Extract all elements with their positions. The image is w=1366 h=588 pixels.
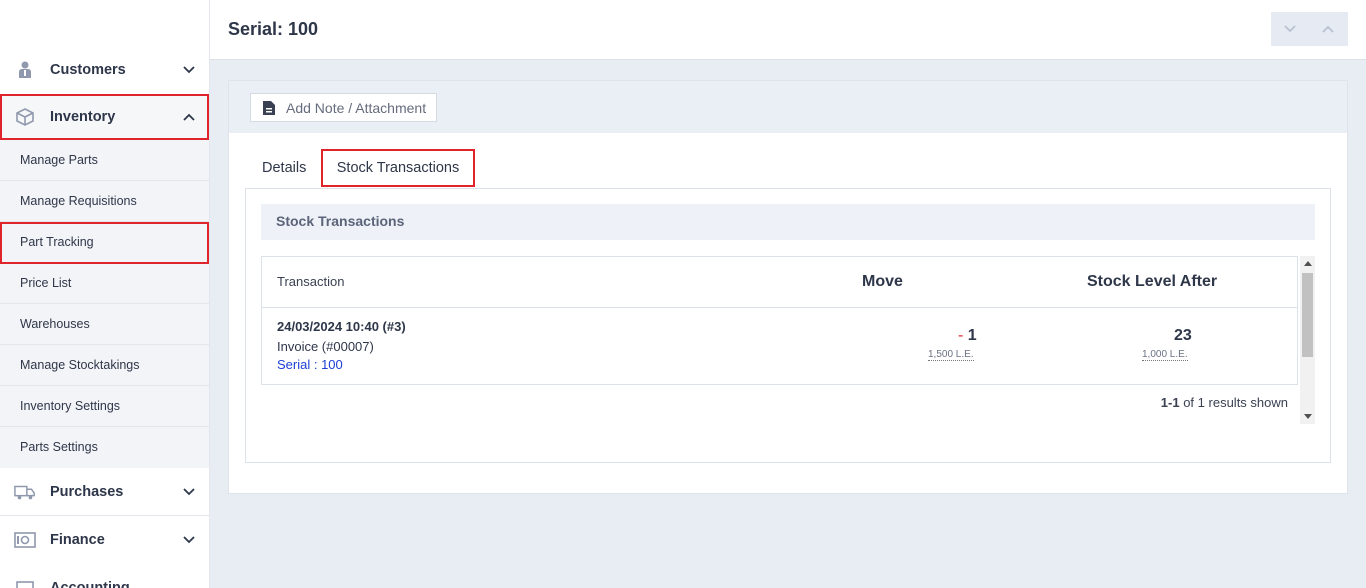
move-quantity: - 1: [958, 327, 977, 345]
tab-stock-transactions[interactable]: Stock Transactions: [321, 149, 475, 187]
pagination-total: 1: [1197, 395, 1205, 410]
move-qty: 1: [967, 327, 977, 344]
column-header-move: Move: [862, 273, 903, 290]
sidebar-item-label: Finance: [50, 532, 105, 548]
scroll-up-icon[interactable]: [1304, 261, 1312, 266]
sidebar-item-label: Customers: [50, 62, 126, 78]
next-record-button[interactable]: [1271, 12, 1309, 46]
transaction-document[interactable]: Invoice (#00007): [277, 339, 374, 354]
record-nav: [1271, 12, 1348, 46]
sidebar-item-label: Accounting: [50, 580, 130, 588]
chevron-down-icon: [182, 63, 196, 77]
sidebar: Customers Inventory Manage Parts Manage …: [0, 0, 210, 588]
chevron-down-icon: [182, 485, 196, 499]
transaction-date: 24/03/2024 10:40 (#3): [277, 319, 406, 334]
scroll-down-icon[interactable]: [1304, 414, 1312, 419]
sidebar-item-accounting[interactable]: Accounting: [0, 576, 209, 588]
serial-link[interactable]: Serial : 100: [277, 357, 343, 372]
column-header-transaction: Transaction: [277, 274, 345, 289]
scrollbar-thumb[interactable]: [1302, 273, 1313, 357]
add-note-label: Add Note / Attachment: [286, 99, 427, 116]
section-title: Stock Transactions: [261, 204, 1315, 240]
sidebar-item-customers[interactable]: Customers: [0, 58, 209, 82]
sidebar-subitem-parts-settings[interactable]: Parts Settings: [0, 427, 209, 468]
previous-record-button[interactable]: [1309, 12, 1347, 46]
sidebar-subitem-price-list[interactable]: Price List: [0, 263, 209, 304]
move-value: 1,500 L.E.: [928, 349, 974, 361]
sidebar-item-purchases[interactable]: Purchases: [0, 469, 209, 516]
pagination-summary: 1-1 of 1 results shown: [1161, 395, 1288, 410]
sidebar-item-label: Purchases: [50, 484, 124, 500]
stock-after-value: 1,000 L.E.: [1142, 349, 1188, 361]
move-sign: -: [958, 327, 964, 344]
highlight-inventory: [0, 94, 209, 140]
transactions-table: Transaction Move Stock Level After 24/03…: [261, 256, 1298, 385]
pagination-of: of: [1183, 395, 1195, 410]
chevron-down-icon: [182, 533, 196, 547]
sidebar-top: [0, 0, 209, 62]
chevron-down-icon: [1284, 20, 1296, 38]
page-header: Serial: 100: [210, 0, 1366, 60]
stock-after-quantity: 23: [1174, 327, 1192, 344]
chevron-up-icon: [1322, 20, 1334, 38]
document-icon: [262, 100, 278, 116]
panel-toolbar: Add Note / Attachment: [229, 81, 1347, 133]
tab-details[interactable]: Details: [262, 149, 306, 187]
page-title: Serial: 100: [228, 19, 319, 39]
pagination-range: 1-1: [1160, 395, 1180, 410]
scrollbar[interactable]: [1300, 256, 1315, 424]
column-header-stock-level-after: Stock Level After: [1087, 273, 1218, 290]
tab-content: Stock Transactions Transaction Move Stoc…: [245, 188, 1331, 463]
add-note-button[interactable]: Add Note / Attachment: [250, 93, 437, 122]
content-panel: Add Note / Attachment Details Stock Tran…: [228, 80, 1348, 494]
inventory-submenu: Manage Parts Manage Requisitions Part Tr…: [0, 140, 209, 468]
sidebar-subitem-manage-stocktakings[interactable]: Manage Stocktakings: [0, 345, 209, 386]
highlight-part-tracking: [0, 222, 209, 264]
table-row[interactable]: 24/03/2024 10:40 (#3) Invoice (#00007) S…: [262, 307, 1297, 384]
sidebar-subitem-manage-parts[interactable]: Manage Parts: [0, 140, 209, 181]
safe-icon: [14, 529, 36, 551]
ledger-icon: [14, 577, 36, 588]
pagination-suffix: results shown: [1208, 395, 1288, 410]
customers-icon: [14, 59, 36, 81]
sidebar-subitem-warehouses[interactable]: Warehouses: [0, 304, 209, 345]
sidebar-subitem-manage-requisitions[interactable]: Manage Requisitions: [0, 181, 209, 222]
sidebar-item-finance[interactable]: Finance: [0, 517, 209, 563]
truck-icon: [14, 481, 36, 503]
sidebar-subitem-inventory-settings[interactable]: Inventory Settings: [0, 386, 209, 427]
